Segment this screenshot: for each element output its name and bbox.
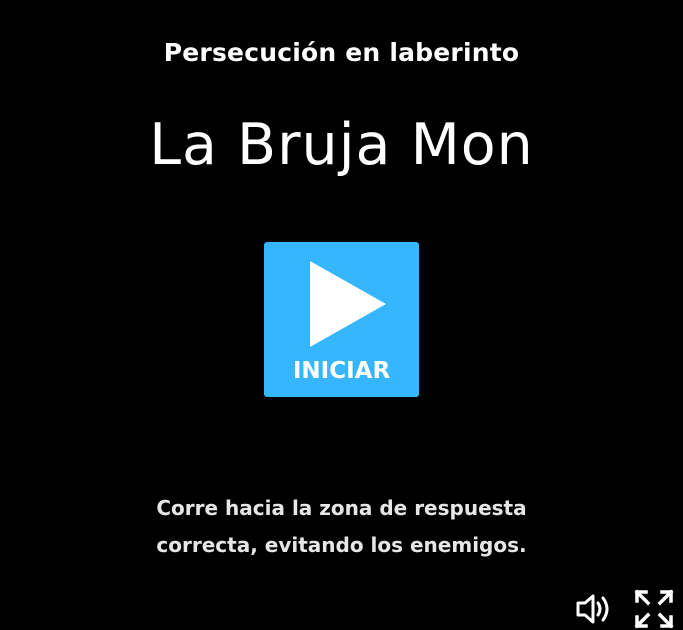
instructions-line: correcta, evitando los enemigos.: [156, 533, 527, 557]
fullscreen-button[interactable]: [634, 589, 674, 629]
play-icon: [310, 261, 386, 347]
start-button-label: INICIAR: [292, 358, 391, 384]
speaker-icon: [576, 594, 609, 624]
sound-toggle-button[interactable]: [574, 589, 614, 629]
template-subtitle: Persecución en laberinto: [163, 38, 520, 67]
start-button[interactable]: INICIAR: [264, 242, 419, 397]
instructions-line: Corre hacia la zona de respuesta: [156, 496, 527, 520]
fullscreen-icon: [634, 589, 674, 629]
instructions-text: Corre hacia la zona de respuesta correct…: [0, 490, 683, 564]
game-title: La Bruja Mon: [149, 112, 534, 178]
